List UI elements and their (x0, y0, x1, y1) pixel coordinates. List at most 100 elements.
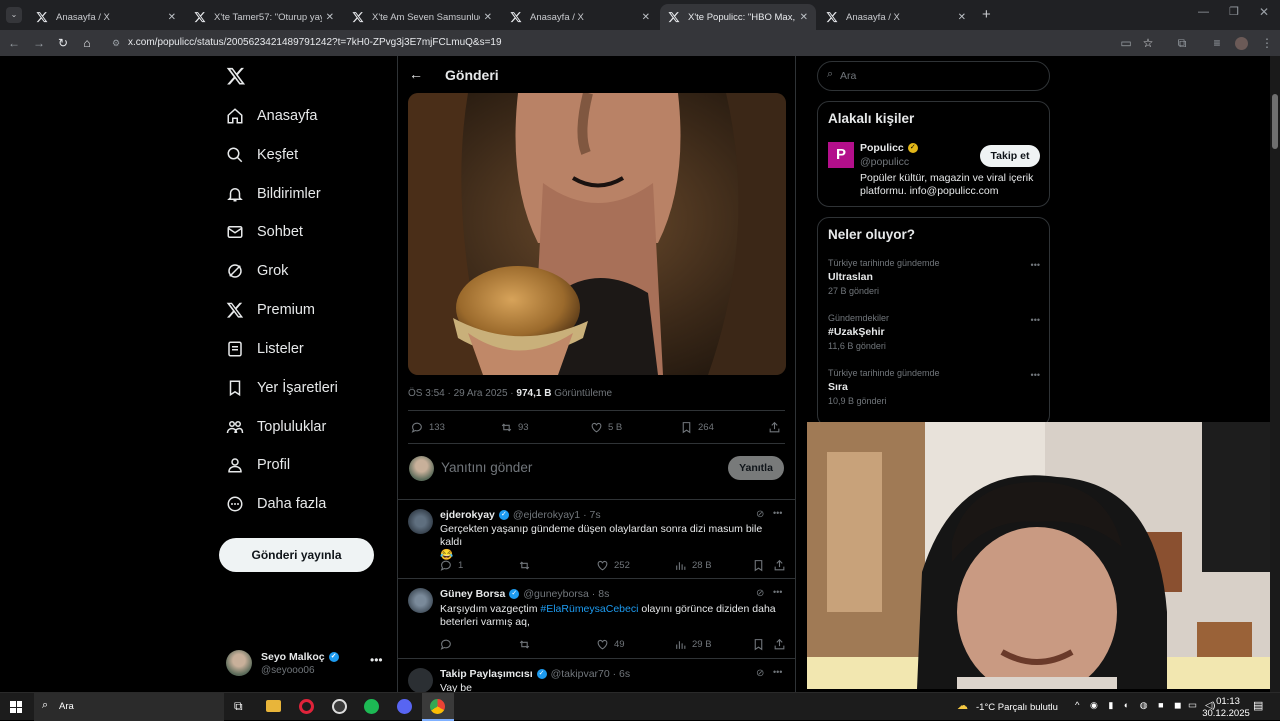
close-tab-icon[interactable]: ✕ (326, 12, 334, 23)
search-box[interactable]: ⌕ Ara (817, 61, 1050, 91)
reply-author[interactable]: ejderokyay (440, 509, 495, 521)
reply-item[interactable]: ejderokyay ✓ @ejderokyay1 · 7s ⊘ ••• Ger… (398, 500, 795, 579)
reply-author[interactable]: Takip Paylaşımcısı (440, 668, 533, 680)
tray-expand-icon[interactable]: ^ (1075, 700, 1079, 711)
forward-icon[interactable]: → (31, 35, 47, 51)
sidebar-item-1[interactable]: Anasayfa (226, 102, 317, 130)
obs-icon[interactable] (332, 699, 347, 714)
maximize-icon[interactable]: ❐ (1229, 5, 1239, 18)
reply-button[interactable]: Yanıtla (728, 456, 784, 480)
more-options-icon[interactable]: ••• (1031, 315, 1040, 325)
browser-tab[interactable]: Anasayfa / X ✕ (502, 4, 658, 30)
reply-input[interactable]: Yanıtını gönder (441, 460, 532, 475)
extensions-icon[interactable]: ⧉ (1174, 35, 1190, 51)
trend-item[interactable]: Türkiye tarihinde gündemde Sıra 10,9 B gön… (828, 368, 1040, 406)
scrollbar[interactable] (1270, 56, 1280, 692)
sidebar-item-7[interactable]: Listeler (226, 335, 304, 363)
spotify-icon[interactable] (364, 699, 379, 714)
sidebar-item-5[interactable]: Grok (226, 257, 288, 285)
reply-action[interactable]: 1 (440, 559, 463, 572)
repost-action[interactable] (518, 559, 536, 572)
back-icon[interactable]: ← (6, 35, 22, 51)
share-icon[interactable] (773, 638, 791, 651)
sidebar-item-10[interactable]: Profil (226, 451, 290, 479)
more-options-icon[interactable]: ••• (1031, 370, 1040, 380)
more-options-icon[interactable]: ••• (773, 587, 782, 597)
sidebar-item-2[interactable]: Keşfet (226, 141, 298, 169)
bookmark-action[interactable] (752, 638, 770, 651)
sidebar-item-8[interactable]: Yer İşaretleri (226, 374, 338, 402)
grok-icon[interactable]: ⊘ (756, 509, 764, 520)
repost-action[interactable]: 93 (500, 421, 529, 434)
windows-start-icon[interactable] (10, 701, 22, 713)
more-options-icon[interactable]: ••• (773, 667, 782, 677)
home-icon[interactable]: ⌂ (79, 35, 95, 51)
account-switcher[interactable]: Seyo Malkoç ✓ @seyooo06 ••• (226, 648, 386, 680)
more-options-icon[interactable]: ••• (1031, 260, 1040, 270)
repost-action[interactable] (518, 638, 536, 651)
views-action[interactable]: 28 B (674, 559, 712, 572)
browser-tab[interactable]: X'te Tamer57: "Oturup yayın iz ✕ (186, 4, 342, 30)
browser-tab[interactable]: Anasayfa / X ✕ (28, 4, 184, 30)
taskbar-search[interactable]: ⌕ Ara (34, 693, 224, 721)
browser-tab[interactable]: Anasayfa / X ✕ (818, 4, 974, 30)
browser-tab[interactable]: X'te Populicc: "HBO Max, RTÜK ✕ (660, 4, 816, 30)
share-icon[interactable] (773, 559, 791, 572)
trend-item[interactable]: Türkiye tarihinde gündemde Ultraslan 27 B … (828, 258, 1040, 296)
address-bar[interactable]: x.com/populicc/status/200562342148979124… (128, 33, 1128, 53)
close-window-icon[interactable]: ✕ (1259, 5, 1269, 19)
sidebar-item-9[interactable]: Topluluklar (226, 413, 326, 441)
grok-icon[interactable]: ⊘ (756, 668, 764, 679)
post-button[interactable]: Gönderi yayınla (219, 538, 374, 572)
sidebar-item-3[interactable]: Bildirimler (226, 180, 321, 208)
weather-text[interactable]: -1°C Parçalı bulutlu (976, 702, 1058, 713)
tab-search-button[interactable]: ⌄ (6, 7, 22, 23)
media-control-icon[interactable]: ≡ (1209, 35, 1225, 51)
reply-action[interactable]: 133 (411, 421, 445, 434)
share-icon[interactable] (768, 421, 786, 434)
reply-author[interactable]: Güney Borsa (440, 588, 505, 600)
avatar[interactable]: P (828, 142, 854, 168)
hashtag-link[interactable]: #ElaRümeysaCebeci (540, 603, 638, 615)
grok-icon[interactable]: ⊘ (756, 588, 764, 599)
profile-avatar[interactable] (1235, 37, 1248, 50)
x-logo-icon[interactable] (226, 66, 246, 86)
back-arrow-icon[interactable]: ← (409, 66, 423, 82)
reply-item[interactable]: Güney Borsa ✓ @guneyborsa · 8s ⊘ ••• Kar… (398, 580, 795, 659)
views-action[interactable]: 29 B (674, 638, 712, 651)
opera-icon[interactable] (299, 699, 314, 714)
site-info-icon[interactable]: ⚙ (108, 35, 124, 51)
post-image[interactable] (408, 93, 786, 375)
task-view-icon[interactable]: ⧉ (234, 699, 243, 714)
close-tab-icon[interactable]: ✕ (958, 12, 966, 23)
bookmark-action[interactable] (752, 559, 770, 572)
like-action[interactable]: 5 B (590, 421, 622, 434)
like-action[interactable]: 49 (596, 638, 625, 651)
trend-item[interactable]: Gündemdekiler #UzakŞehir 11,6 B gönderi ••• (828, 313, 1040, 351)
reply-action[interactable] (440, 638, 458, 651)
close-tab-icon[interactable]: ✕ (642, 12, 650, 23)
close-tab-icon[interactable]: ✕ (800, 12, 808, 23)
more-options-icon[interactable]: ••• (370, 653, 383, 667)
clock-time[interactable]: 01:13 (1213, 696, 1243, 707)
sidebar-item-11[interactable]: Daha fazla (226, 490, 326, 518)
notification-icon[interactable]: ▤ (1253, 699, 1263, 712)
chrome-icon[interactable] (422, 693, 454, 721)
close-tab-icon[interactable]: ✕ (484, 12, 492, 23)
reply-item[interactable]: Takip Paylaşımcısı ✓ @takipvar70 · 6s ⊘ … (398, 660, 795, 692)
clock-date[interactable]: 30.12.2025 (1202, 708, 1250, 719)
sidebar-item-6[interactable]: Premium (226, 296, 315, 324)
new-tab-icon[interactable]: + (982, 6, 991, 23)
network-icon[interactable]: ▭ (1188, 700, 1197, 711)
scrollbar-thumb[interactable] (1272, 94, 1278, 149)
reload-icon[interactable]: ↻ (55, 35, 71, 51)
like-action[interactable]: 252 (596, 559, 630, 572)
bookmark-star-icon[interactable]: ☆ (1140, 35, 1156, 51)
bookmark-action[interactable]: 264 (680, 421, 714, 434)
tray-icons[interactable]: ◉ ▮ ◐ ◍ ■ ◼ (1090, 700, 1186, 711)
search-input[interactable]: Ara (840, 70, 856, 82)
related-name[interactable]: Populicc (860, 142, 904, 154)
sidebar-item-4[interactable]: Sohbet (226, 218, 303, 246)
follow-button[interactable]: Takip et (980, 145, 1040, 167)
file-explorer-icon[interactable] (266, 700, 281, 712)
